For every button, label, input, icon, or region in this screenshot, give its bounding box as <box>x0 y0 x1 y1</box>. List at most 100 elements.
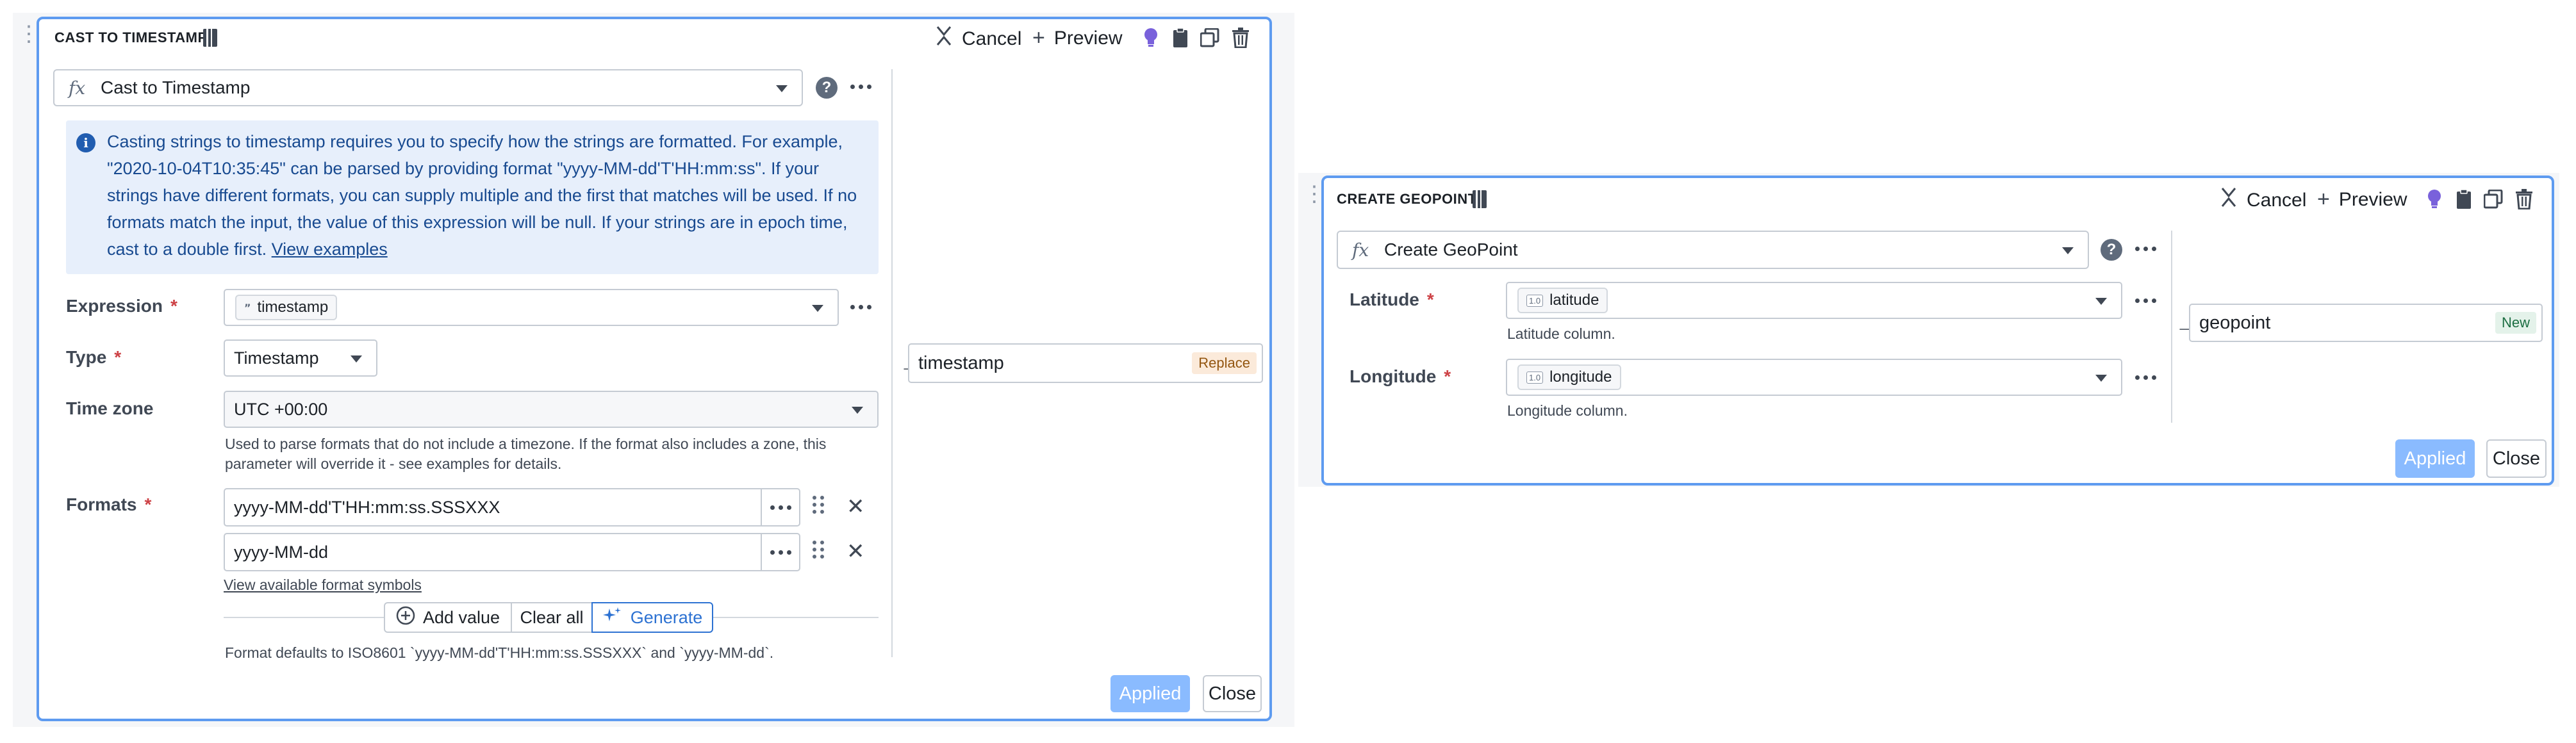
info-body: Casting strings to timestamp requires yo… <box>107 132 857 259</box>
format-input-1[interactable]: yyyy-MM-dd'T'HH:mm:ss.SSSXXX <box>224 488 800 527</box>
more-icon[interactable] <box>850 85 871 89</box>
output-name: timestamp <box>918 352 1004 373</box>
format-symbols-link[interactable]: View available format symbols <box>224 576 422 594</box>
more-icon[interactable] <box>2135 298 2156 303</box>
add-value-label: Add value <box>422 607 500 627</box>
timezone-select[interactable]: UTC +00:00 <box>224 391 879 428</box>
help-icon[interactable]: ? <box>816 77 838 99</box>
chevron-down-icon <box>2095 375 2107 382</box>
cancel-label: Cancel <box>2247 189 2307 211</box>
cast-to-timestamp-panel: CAST TO TIMESTAMP Cancel + Preview fx Ca… <box>37 17 1272 721</box>
duplicate-icon[interactable] <box>2484 188 2503 210</box>
new-badge: New <box>2495 312 2536 334</box>
latitude-label: Latitude * <box>1350 290 1434 309</box>
timezone-value: UTC +00:00 <box>234 399 328 419</box>
more-icon[interactable] <box>2135 375 2156 380</box>
add-circle-icon <box>396 606 415 630</box>
expression-tag: ” timestamp <box>235 295 338 320</box>
longitude-help: Longitude column. <box>1507 402 1628 419</box>
cancel-button[interactable]: Cancel <box>935 26 1021 52</box>
function-name: Create GeoPoint <box>1384 240 1518 259</box>
expression-select[interactable]: ” timestamp <box>224 289 839 326</box>
applied-button[interactable]: Applied <box>1110 675 1190 712</box>
quote-icon: ” <box>244 301 251 314</box>
panel-title: CAST TO TIMESTAMP <box>54 29 208 45</box>
preview-label: Preview <box>1053 27 1123 49</box>
preview-button[interactable]: + Preview <box>2317 187 2407 212</box>
latitude-help: Latitude column. <box>1507 325 1615 342</box>
plus-icon: + <box>1032 26 1045 50</box>
chevron-down-icon <box>2095 298 2107 305</box>
output-name: geopoint <box>2199 312 2271 333</box>
sparkle-icon <box>602 606 623 630</box>
close-button[interactable]: Close <box>2486 439 2547 478</box>
replace-badge: Replace <box>1192 352 1257 374</box>
function-name: Cast to Timestamp <box>101 78 251 97</box>
timezone-label: Time zone <box>66 398 154 418</box>
fx-icon: fx <box>69 77 86 99</box>
latitude-select[interactable]: 1.0 latitude <box>1506 282 2122 319</box>
format-more-button-2[interactable] <box>761 534 799 570</box>
longitude-select[interactable]: 1.0 longitude <box>1506 359 2122 396</box>
lightbulb-icon[interactable] <box>2425 188 2444 210</box>
clipboard-icon[interactable] <box>1171 27 1190 49</box>
expression-value: timestamp <box>257 298 329 316</box>
chevron-down-icon <box>351 355 362 363</box>
output-column-input[interactable]: timestamp Replace <box>908 343 1263 383</box>
cancel-icon <box>935 26 953 52</box>
duplicate-icon[interactable] <box>1200 27 1219 49</box>
trash-icon[interactable] <box>1231 27 1250 49</box>
remove-format-2-x-icon[interactable]: ✕ <box>846 541 865 562</box>
output-column-input[interactable]: geopoint New <box>2189 304 2543 342</box>
notebook-icon[interactable] <box>1470 188 1489 210</box>
formats-label: Formats * <box>66 494 152 514</box>
generate-button[interactable]: Generate <box>591 602 713 633</box>
latitude-value: latitude <box>1549 291 1599 309</box>
fx-icon: fx <box>1352 239 1369 261</box>
clear-all-button[interactable]: Clear all <box>511 602 593 633</box>
applied-button[interactable]: Applied <box>2395 439 2475 478</box>
longitude-label: Longitude * <box>1350 366 1451 386</box>
more-icon[interactable] <box>2135 247 2156 251</box>
more-icon <box>770 550 791 555</box>
info-text: Casting strings to timestamp requires yo… <box>107 128 867 263</box>
notebook-icon[interactable] <box>201 27 220 49</box>
number-type-icon: 1.0 <box>1526 371 1544 384</box>
latitude-tag: 1.0 latitude <box>1517 288 1608 313</box>
output-divider <box>891 69 893 657</box>
panel-title: CREATE GEOPOINT <box>1337 191 1477 207</box>
type-label: Type * <box>66 347 122 367</box>
clear-all-label: Clear all <box>520 607 584 627</box>
timezone-help: Used to parse formats that do not includ… <box>225 436 827 472</box>
drag-handle-icon[interactable] <box>813 541 824 559</box>
remove-format-1-x-icon[interactable]: ✕ <box>846 496 865 518</box>
view-examples-link[interactable]: View examples <box>272 240 388 259</box>
type-select[interactable]: Timestamp <box>224 339 377 377</box>
chevron-down-icon <box>852 407 863 414</box>
format-more-button-1[interactable] <box>761 489 799 525</box>
type-value: Timestamp <box>234 348 319 368</box>
preview-button[interactable]: + Preview <box>1032 26 1123 51</box>
lightbulb-icon[interactable] <box>1141 27 1160 49</box>
format-input-2[interactable]: yyyy-MM-dd <box>224 533 800 571</box>
longitude-value: longitude <box>1549 368 1612 386</box>
plus-icon: + <box>2317 187 2330 211</box>
help-icon[interactable]: ? <box>2101 239 2122 261</box>
cancel-button[interactable]: Cancel <box>2220 187 2306 213</box>
clipboard-icon[interactable] <box>2454 188 2473 210</box>
preview-label: Preview <box>2338 188 2407 210</box>
function-select[interactable]: fx Cast to Timestamp <box>53 69 803 106</box>
more-icon <box>770 505 791 510</box>
info-callout: i Casting strings to timestamp requires … <box>66 120 879 274</box>
function-select[interactable]: fx Create GeoPoint <box>1337 231 2089 269</box>
number-type-icon: 1.0 <box>1526 294 1544 307</box>
close-button[interactable]: Close <box>1203 675 1262 712</box>
drag-handle-icon[interactable] <box>813 496 824 514</box>
trash-icon[interactable] <box>2514 188 2534 210</box>
more-icon[interactable] <box>850 305 871 309</box>
chevron-down-icon <box>776 85 788 92</box>
chevron-down-icon <box>812 305 823 312</box>
longitude-tag: 1.0 longitude <box>1517 364 1621 390</box>
add-value-button[interactable]: Add value <box>384 602 512 633</box>
format-default-help: Format defaults to ISO8601 `yyyy-MM-dd'T… <box>225 644 774 661</box>
